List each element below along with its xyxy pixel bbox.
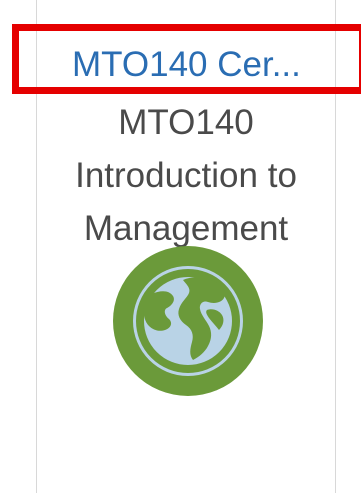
course-name-line-1: Introduction to [75, 156, 297, 195]
course-code: MTO140 [118, 103, 254, 142]
course-title-link[interactable]: MTO140 Cer... [72, 43, 312, 87]
globe-icon [113, 246, 263, 396]
course-description: MTO140 Introduction to Management [36, 96, 336, 255]
